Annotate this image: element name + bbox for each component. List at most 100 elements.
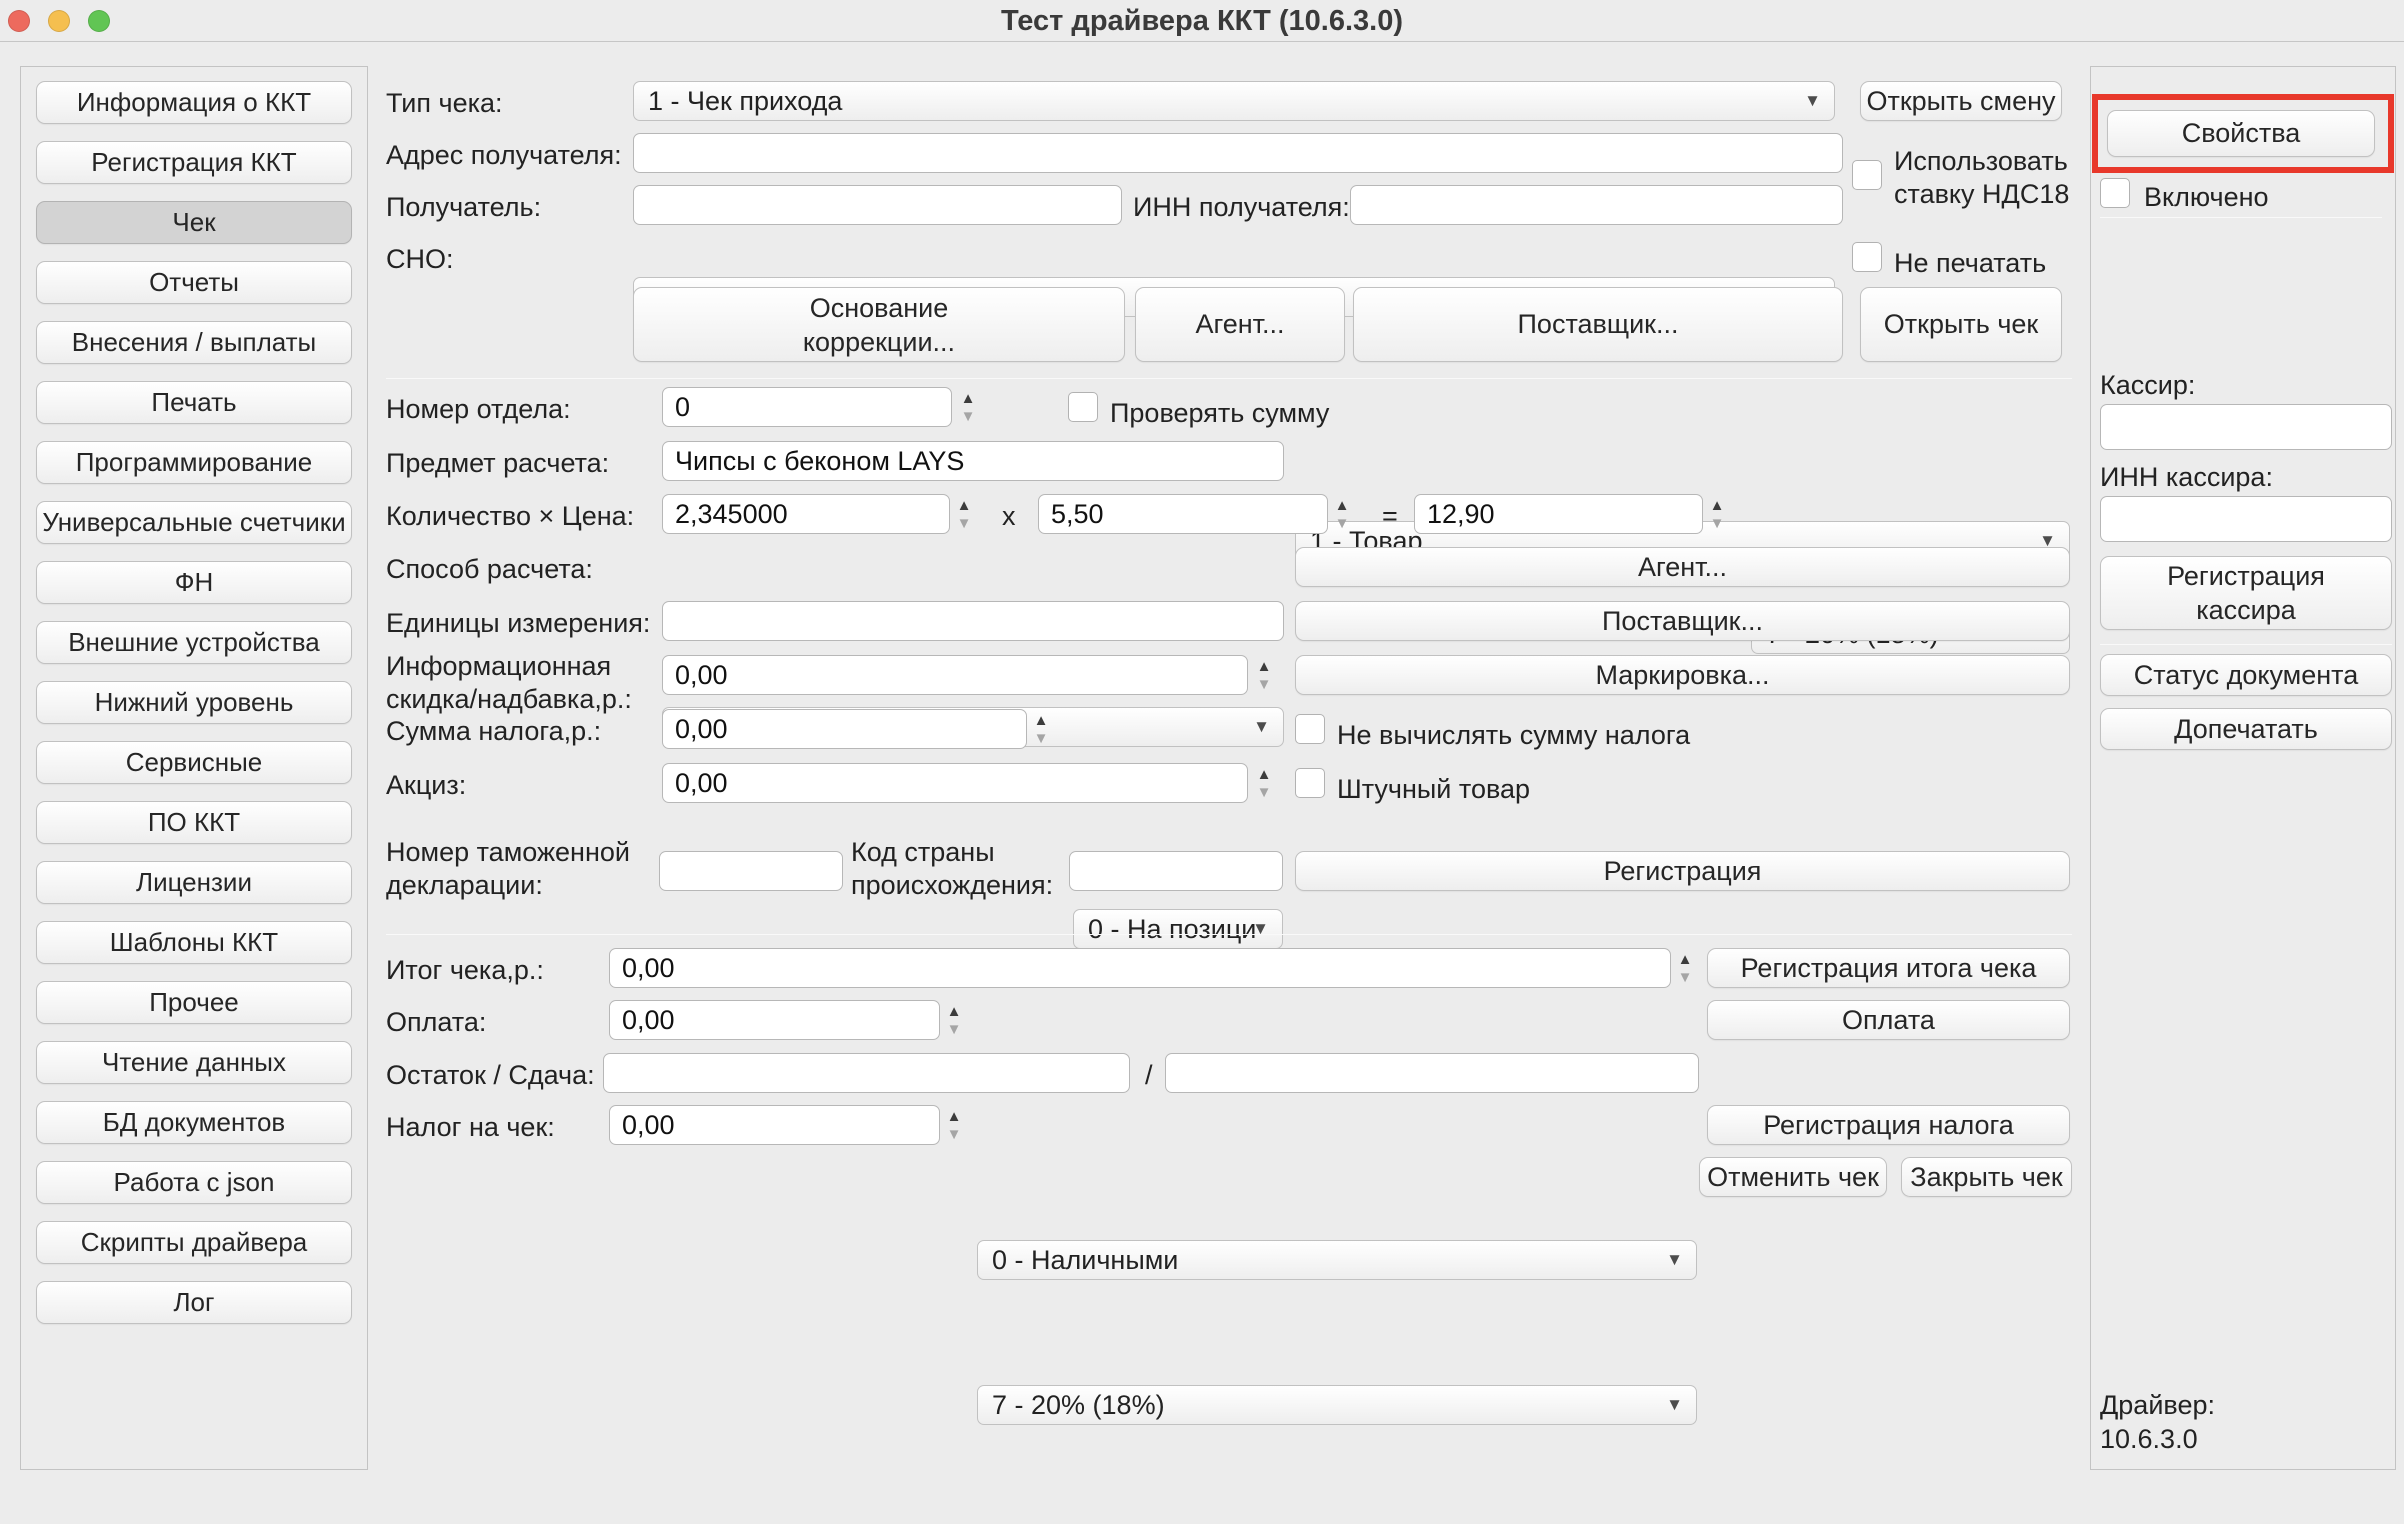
price-stepper[interactable]: ▲▼ — [1328, 494, 1356, 534]
window-title: Тест драйвера ККТ (10.6.3.0) — [0, 0, 2404, 42]
sum-input[interactable] — [1414, 494, 1703, 534]
country-code-input[interactable] — [1069, 851, 1283, 891]
stepper-up-icon: ▲ — [957, 498, 972, 513]
total-stepper[interactable]: ▲▼ — [1671, 948, 1699, 988]
sidebar-item-kkt-info[interactable]: Информация о ККТ — [36, 81, 352, 124]
agent-button[interactable]: Агент... — [1135, 287, 1345, 362]
remainder-input[interactable] — [603, 1053, 1130, 1093]
sidebar-item-licenses[interactable]: Лицензии — [36, 861, 352, 904]
change-input[interactable] — [1165, 1053, 1699, 1093]
register-tax-button[interactable]: Регистрация налога — [1707, 1105, 2070, 1145]
sidebar-item-other[interactable]: Прочее — [36, 981, 352, 1024]
stepper-up-icon: ▲ — [947, 1004, 962, 1019]
recipient-address-input[interactable] — [633, 133, 1843, 173]
sidebar-item-label: БД документов — [103, 1107, 285, 1138]
receipt-tax-label: Налог на чек: — [386, 1112, 555, 1143]
receipt-tax-rate-select[interactable]: 7 - 20% (18%)▼ — [977, 1385, 1697, 1425]
times-label: x — [1002, 501, 1016, 532]
sidebar-item-external-devices[interactable]: Внешние устройства — [36, 621, 352, 664]
recipient-input[interactable] — [633, 185, 1122, 225]
open-shift-button[interactable]: Открыть смену — [1860, 81, 2062, 121]
sidebar-item-documents-db[interactable]: БД документов — [36, 1101, 352, 1144]
no-print-checkbox[interactable] — [1852, 242, 1882, 272]
info-discount-input[interactable] — [662, 655, 1248, 695]
cashier-inn-input[interactable] — [2100, 496, 2392, 542]
payment-type-select[interactable]: 0 - Наличными▼ — [977, 1240, 1697, 1280]
customs-number-input[interactable] — [659, 851, 843, 891]
sidebar-item-service[interactable]: Сервисные — [36, 741, 352, 784]
supplier-button[interactable]: Поставщик... — [1353, 287, 1843, 362]
sidebar-item-log[interactable]: Лог — [36, 1281, 352, 1324]
payment-button[interactable]: Оплата — [1707, 1000, 2070, 1040]
department-stepper[interactable]: ▲▼ — [954, 387, 982, 427]
excise-input[interactable] — [662, 763, 1248, 803]
check-sum-checkbox[interactable] — [1068, 392, 1098, 422]
supplier2-button[interactable]: Поставщик... — [1295, 601, 2070, 641]
cancel-receipt-button[interactable]: Отменить чек — [1699, 1157, 1887, 1197]
driver-label: Драйвер: — [2100, 1388, 2215, 1422]
properties-button[interactable]: Свойства — [2107, 110, 2375, 157]
price-input[interactable] — [1038, 494, 1328, 534]
department-input[interactable] — [662, 387, 952, 427]
receipt-type-select[interactable]: 1 - Чек прихода▼ — [633, 81, 1835, 121]
sidebar-item-label: Работа с json — [114, 1167, 275, 1198]
sidebar-item-fn[interactable]: ФН — [36, 561, 352, 604]
piece-goods-checkbox[interactable] — [1295, 768, 1325, 798]
separator — [386, 378, 2072, 379]
sidebar-item-low-level[interactable]: Нижний уровень — [36, 681, 352, 724]
use-vat18-checkbox[interactable] — [1852, 160, 1882, 190]
cashier-label: Кассир: — [2100, 370, 2195, 401]
sidebar-item-label: Программирование — [76, 447, 313, 478]
quantity-input[interactable] — [662, 494, 950, 534]
sidebar-item-programming[interactable]: Программирование — [36, 441, 352, 484]
sidebar-item-data-reading[interactable]: Чтение данных — [36, 1041, 352, 1084]
sidebar-item-kkt-registration[interactable]: Регистрация ККТ — [36, 141, 352, 184]
marking-button[interactable]: Маркировка... — [1295, 655, 2070, 695]
registration-button[interactable]: Регистрация — [1295, 851, 2070, 891]
payment-input[interactable] — [609, 1000, 940, 1040]
sidebar-item-driver-scripts[interactable]: Скрипты драйвера — [36, 1221, 352, 1264]
tax-sum-input[interactable] — [662, 709, 1027, 749]
total-input[interactable] — [609, 948, 1671, 988]
receipt-tax-input[interactable] — [609, 1105, 940, 1145]
sidebar-item-deposits-payouts[interactable]: Внесения / выплаты — [36, 321, 352, 364]
correction-basis-button[interactable]: Основание коррекции... — [633, 287, 1125, 362]
register-total-button[interactable]: Регистрация итога чека — [1707, 948, 2070, 988]
close-receipt-button[interactable]: Закрыть чек — [1901, 1157, 2072, 1197]
print-more-button[interactable]: Допечатать — [2100, 708, 2392, 750]
excise-stepper[interactable]: ▲▼ — [1250, 763, 1278, 803]
subject-input[interactable] — [662, 441, 1284, 481]
sidebar-item-universal-counters[interactable]: Универсальные счетчики — [36, 501, 352, 544]
receipt-tax-stepper[interactable]: ▲▼ — [940, 1105, 968, 1145]
register-cashier-button[interactable]: Регистрация кассира — [2100, 556, 2392, 630]
payment-stepper[interactable]: ▲▼ — [940, 1000, 968, 1040]
tax-mode-select[interactable]: 0 - На позици▼ — [1073, 909, 1283, 949]
payment-button-label: Оплата — [1842, 1005, 1935, 1036]
document-status-button[interactable]: Статус документа — [2100, 654, 2392, 696]
sidebar-item-receipt[interactable]: Чек — [36, 201, 352, 244]
sum-stepper[interactable]: ▲▼ — [1703, 494, 1731, 534]
stepper-down-icon: ▼ — [957, 516, 972, 531]
check-sum-label: Проверять сумму — [1110, 398, 1329, 429]
excise-label: Акциз: — [386, 770, 466, 801]
quantity-stepper[interactable]: ▲▼ — [950, 494, 978, 534]
recipient-inn-label: ИНН получателя: — [1133, 192, 1350, 223]
agent2-button[interactable]: Агент... — [1295, 547, 2070, 587]
sidebar-item-print[interactable]: Печать — [36, 381, 352, 424]
open-receipt-button[interactable]: Открыть чек — [1860, 287, 2062, 362]
sidebar-item-kkt-software[interactable]: ПО ККТ — [36, 801, 352, 844]
sidebar-item-kkt-templates[interactable]: Шаблоны ККТ — [36, 921, 352, 964]
recipient-inn-input[interactable] — [1350, 185, 1843, 225]
stepper-down-icon: ▼ — [1257, 785, 1272, 800]
sidebar-panel: Информация о ККТ Регистрация ККТ Чек Отч… — [20, 66, 368, 1470]
enabled-checkbox[interactable] — [2100, 178, 2130, 208]
sidebar-item-reports[interactable]: Отчеты — [36, 261, 352, 304]
tax-sum-stepper[interactable]: ▲▼ — [1027, 709, 1055, 749]
units-input[interactable] — [662, 601, 1284, 641]
no-tax-calc-checkbox[interactable] — [1295, 714, 1325, 744]
cashier-input[interactable] — [2100, 404, 2392, 450]
info-discount-stepper[interactable]: ▲▼ — [1250, 655, 1278, 695]
slash-label: / — [1145, 1060, 1153, 1091]
sidebar-item-json[interactable]: Работа с json — [36, 1161, 352, 1204]
sidebar-item-label: Отчеты — [149, 267, 239, 298]
